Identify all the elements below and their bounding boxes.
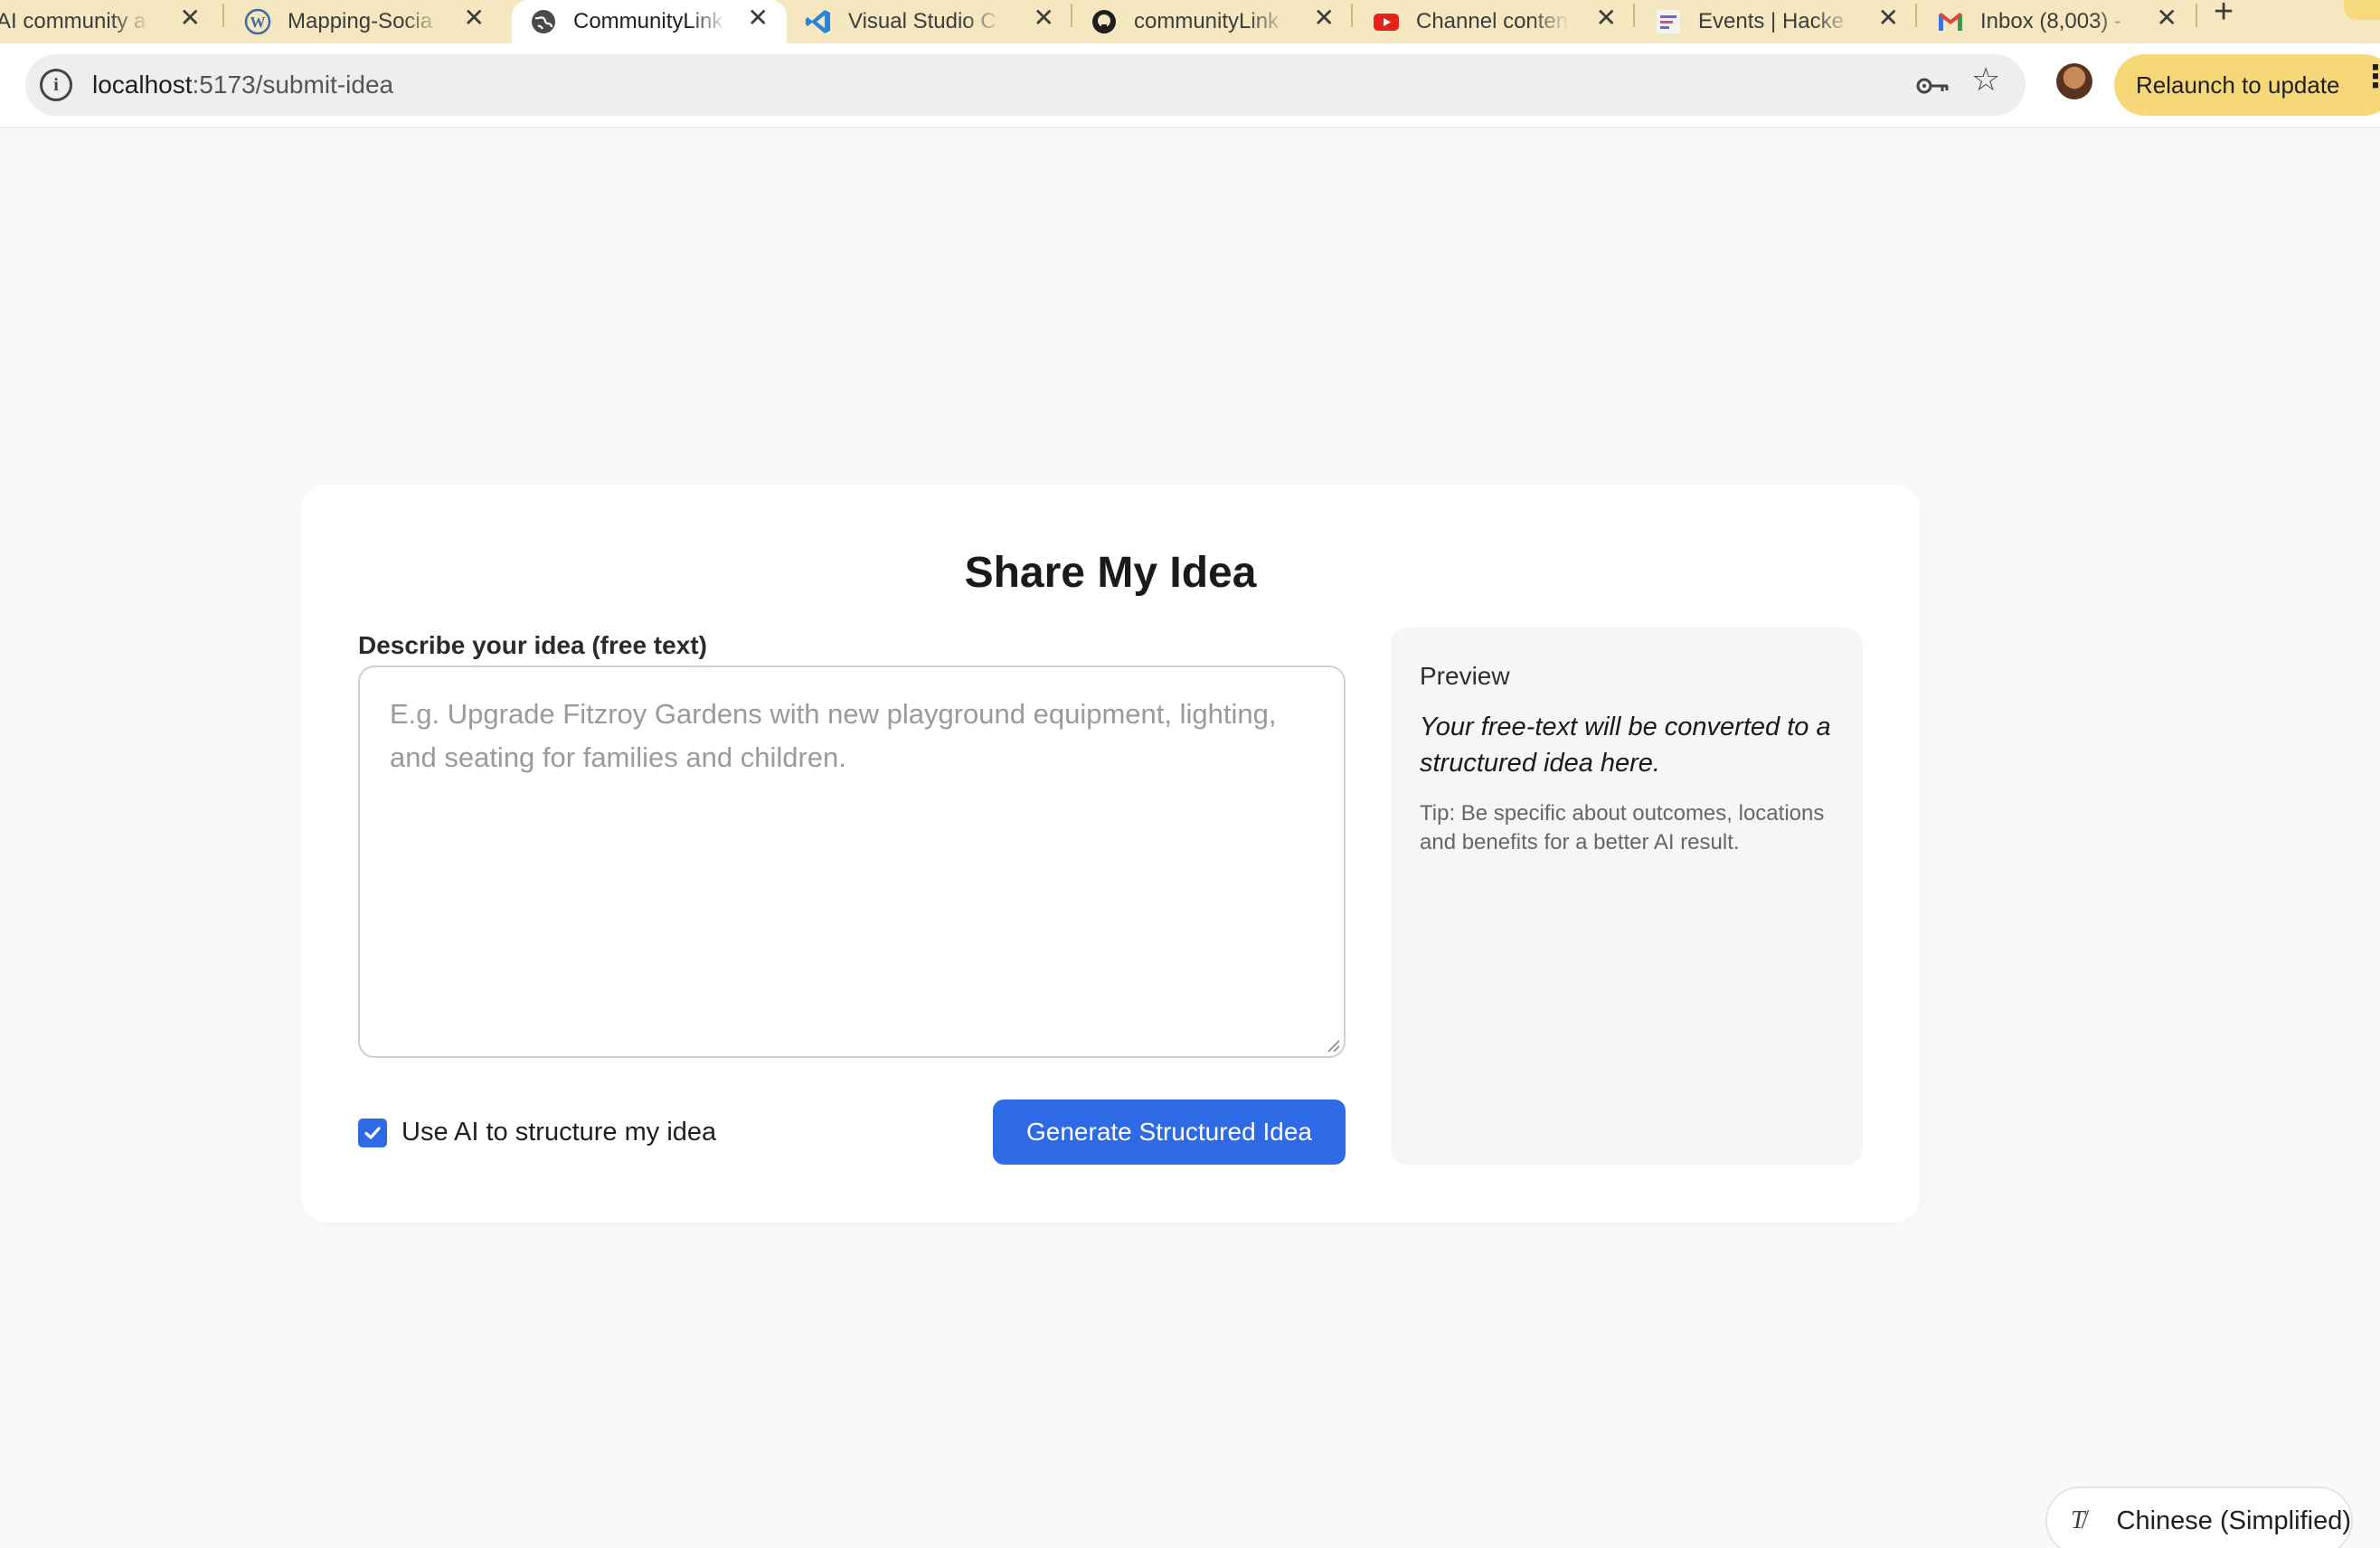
tab-separator: [1633, 4, 1635, 27]
tab-youtube-channel[interactable]: Channel conten ✕: [1373, 0, 1635, 43]
url-host: localhost: [92, 71, 193, 99]
tab-separator: [1071, 4, 1072, 27]
gmail-icon: [1937, 8, 1964, 35]
github-icon: [1091, 8, 1118, 35]
tab-gmail-inbox[interactable]: Inbox (8,003) - ✕: [1937, 0, 2196, 43]
hackathon-icon: [1655, 8, 1682, 35]
close-icon[interactable]: ✕: [1596, 5, 1617, 31]
tab-separator: [1915, 4, 1917, 27]
close-icon[interactable]: ✕: [180, 5, 201, 31]
tab-separator: [1351, 4, 1353, 27]
globe-icon: [530, 8, 557, 35]
resize-handle-icon[interactable]: [1326, 1038, 1340, 1052]
preview-panel: Preview Your free-text will be converted…: [1391, 628, 1863, 1165]
close-icon[interactable]: ✕: [1878, 5, 1899, 31]
tab-title: Mapping-Socia: [288, 9, 433, 33]
wordpress-icon: W: [244, 8, 271, 35]
bookmark-star-icon[interactable]: ☆: [1971, 63, 2000, 96]
youtube-icon: [1373, 8, 1400, 35]
tab-title: communityLink: [1134, 9, 1280, 33]
tab-communitylink[interactable]: CommunityLink ✕: [512, 0, 787, 43]
vscode-icon: [805, 8, 832, 35]
translate-language-chip[interactable]: T̸ Chinese (Simplified): [2045, 1487, 2353, 1548]
url-path: :5173/submit-idea: [192, 71, 394, 99]
tab-title: AI community a: [0, 9, 146, 33]
browser-toolbar: i localhost:5173/submit-idea ☆ Relaunch …: [0, 43, 2380, 128]
close-icon[interactable]: ✕: [1034, 5, 1054, 31]
checkbox-checked-icon[interactable]: [358, 1118, 387, 1147]
close-icon[interactable]: ✕: [2157, 5, 2177, 31]
tab-visual-studio[interactable]: Visual Studio C ✕: [805, 0, 1072, 43]
translate-icon: T̸: [2071, 1506, 2085, 1534]
tab-github-communitylink[interactable]: communityLink ✕: [1091, 0, 1353, 43]
use-ai-checkbox[interactable]: Use AI to structure my idea: [358, 1118, 716, 1147]
tab-events-hackathon[interactable]: Events | Hacke ✕: [1655, 0, 1917, 43]
tab-title: CommunityLink: [573, 9, 723, 33]
relaunch-to-update-button[interactable]: Relaunch to update ⋮: [2114, 54, 2380, 116]
use-ai-label: Use AI to structure my idea: [401, 1118, 717, 1147]
translate-language: Chinese (Simplified): [2116, 1506, 2352, 1535]
generate-structured-idea-button[interactable]: Generate Structured Idea: [993, 1100, 1346, 1165]
more-menu-icon[interactable]: ⋮: [2360, 61, 2380, 92]
tab-mapping-social[interactable]: W Mapping-Socia ✕: [244, 0, 503, 43]
share-idea-card: Share My Idea Describe your idea (free t…: [301, 485, 1920, 1222]
tab-separator: [222, 4, 224, 27]
page-title: Share My Idea: [964, 549, 1257, 597]
relaunch-label: Relaunch to update: [2136, 71, 2340, 99]
idea-textarea[interactable]: E.g. Upgrade Fitzroy Gardens with new pl…: [358, 665, 1346, 1058]
preview-tip: Tip: Be specific about outcomes, locatio…: [1420, 801, 1825, 854]
close-icon[interactable]: ✕: [1314, 5, 1335, 31]
tab-title: Events | Hacke: [1698, 9, 1844, 33]
preview-title: Preview: [1420, 662, 1510, 690]
tab-ai-community[interactable]: AI community a ✕: [0, 0, 219, 43]
site-info-icon[interactable]: i: [40, 69, 72, 101]
profile-avatar[interactable]: [2056, 63, 2092, 99]
tab-search-button[interactable]: [2344, 0, 2380, 20]
address-bar[interactable]: i localhost:5173/submit-idea ☆: [25, 54, 2026, 116]
svg-text:W: W: [250, 14, 266, 31]
tab-separator: [2196, 4, 2197, 27]
tab-title: Channel conten: [1416, 9, 1569, 33]
new-tab-button[interactable]: +: [2214, 0, 2234, 29]
preview-body: Your free-text will be converted to a st…: [1420, 713, 1831, 778]
tab-strip: AI community a ✕ W Mapping-Socia ✕ Commu…: [0, 0, 2380, 43]
tab-title: Visual Studio C: [848, 9, 996, 33]
url-text[interactable]: localhost:5173/submit-idea: [92, 71, 393, 99]
idea-field-label: Describe your idea (free text): [358, 631, 707, 659]
idea-placeholder: E.g. Upgrade Fitzroy Gardens with new pl…: [390, 698, 1277, 773]
tab-title: Inbox (8,003) -: [1980, 9, 2122, 33]
password-key-icon[interactable]: [1915, 72, 1951, 99]
close-icon[interactable]: ✕: [464, 5, 485, 31]
close-icon[interactable]: ✕: [748, 5, 769, 31]
